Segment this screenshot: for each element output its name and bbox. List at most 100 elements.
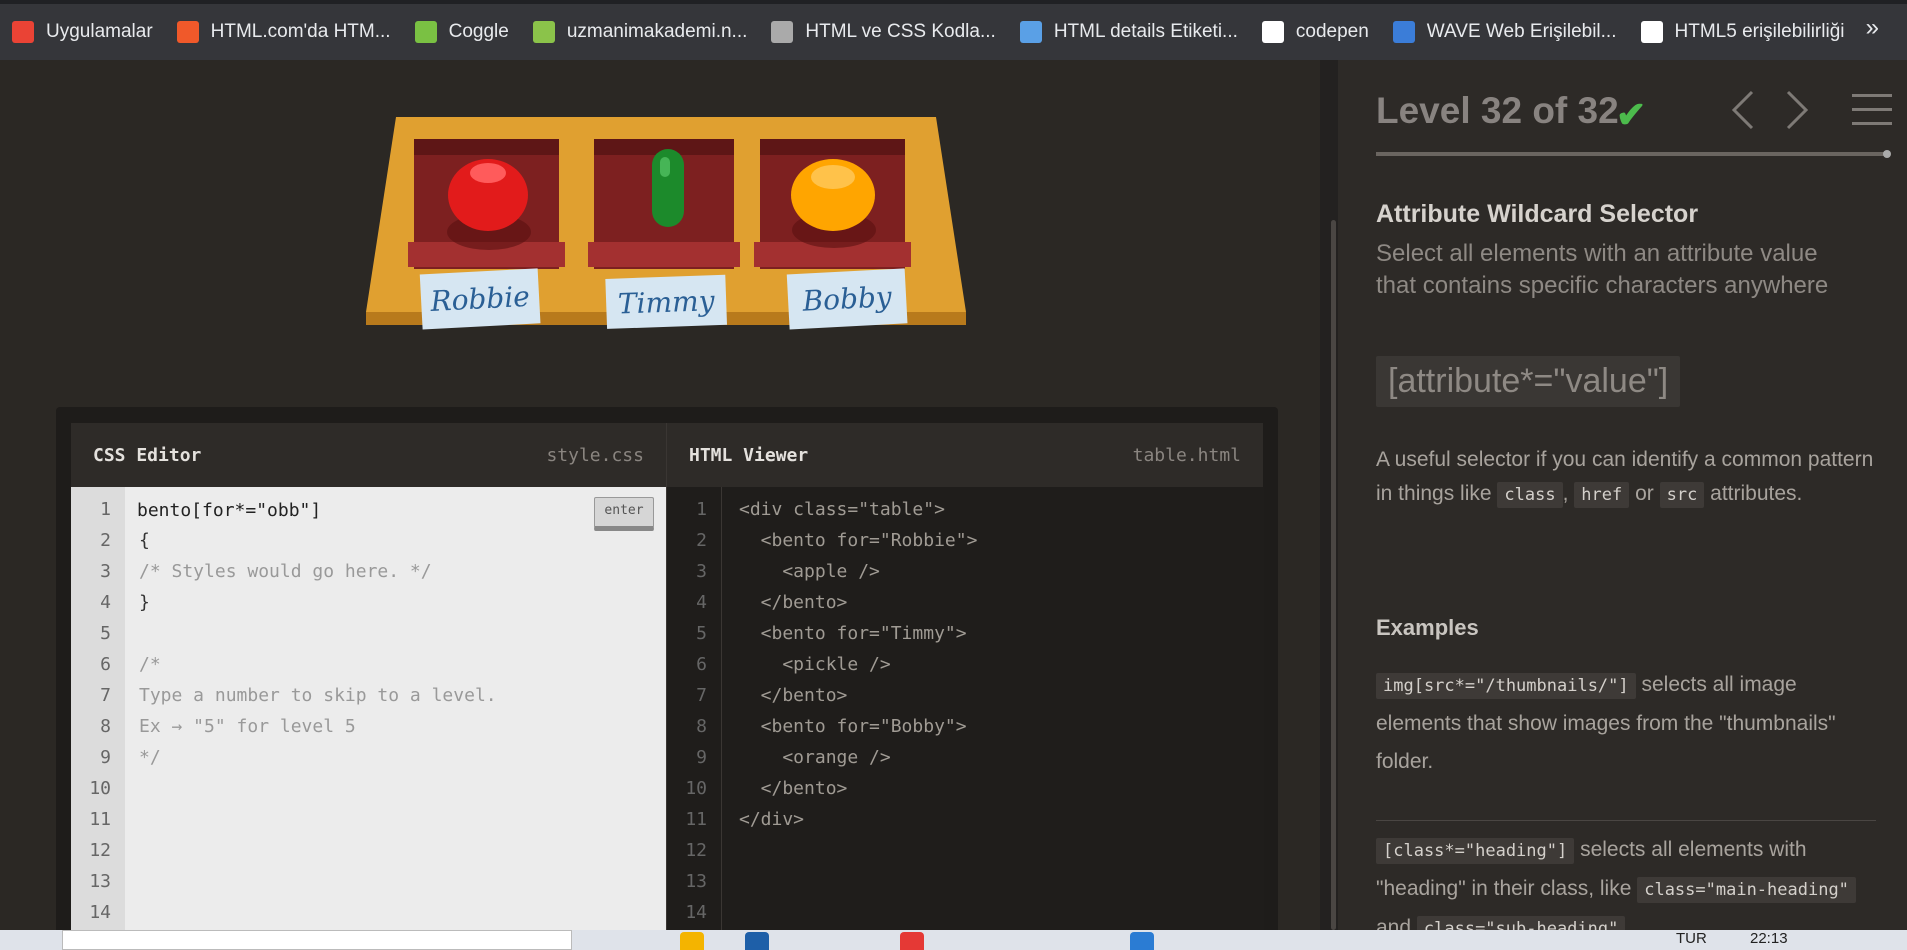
- bookmark-item[interactable]: HTML ve CSS Kodla...: [759, 12, 1007, 52]
- selector-syntax: [attribute*="value"]: [1376, 356, 1681, 407]
- html-line-number: 6: [696, 654, 707, 675]
- hint-code-class: class: [1497, 482, 1563, 508]
- coggle-icon: [414, 21, 437, 43]
- selector-name: Attribute Wildcard Selector: [1376, 200, 1699, 228]
- hint-post: attributes.: [1710, 482, 1803, 505]
- completed-check-icon: ✔: [1616, 94, 1647, 135]
- chrome-icon[interactable]: [900, 932, 924, 950]
- css-line-number: 5: [100, 623, 111, 644]
- taskbar-language[interactable]: TUR: [1676, 930, 1707, 947]
- html-line-number: 3: [696, 561, 707, 582]
- css-line-number: 1: [100, 499, 111, 520]
- bookmarks-more-button[interactable]: »: [1866, 14, 1879, 42]
- apple-item[interactable]: [447, 159, 531, 250]
- bento-table: Robbie Timmy Bobby: [366, 117, 966, 330]
- html-code-line[interactable]: </bento>: [739, 592, 848, 613]
- html-code-line[interactable]: </div>: [739, 809, 804, 830]
- name-tag-robbie: Robbie: [429, 280, 531, 318]
- bookmark-item[interactable]: Coggle: [403, 12, 521, 52]
- html-code-line[interactable]: <div class="table">: [739, 499, 945, 520]
- pickle-item[interactable]: [652, 149, 684, 227]
- examples-heading: Examples: [1376, 615, 1479, 640]
- html-code-line[interactable]: <orange />: [739, 747, 890, 768]
- css-code-line: /* Styles would go here. */: [139, 561, 432, 582]
- css-line-number: 8: [100, 716, 111, 737]
- file-explorer-icon[interactable]: [680, 932, 704, 950]
- html-line-number: 4: [696, 592, 707, 613]
- orange-item[interactable]: [791, 159, 876, 248]
- html-line-number: 10: [685, 778, 707, 799]
- html-line-number: 9: [696, 747, 707, 768]
- os-taskbar: TUR 22:13: [0, 930, 1907, 950]
- css-line-number: 13: [89, 871, 111, 892]
- hint-or: or: [1635, 482, 1654, 505]
- previous-level-button[interactable]: [1728, 88, 1758, 132]
- level-indicator: Level 32 of 32: [1376, 90, 1619, 131]
- bookmark-item[interactable]: codepen: [1250, 12, 1381, 52]
- css-code-line: {: [139, 530, 150, 551]
- example-2-code-2: class="main-heading": [1637, 877, 1856, 903]
- bookmark-item[interactable]: Uygulamalar: [0, 12, 165, 52]
- selector-description: Select all elements with an attribute va…: [1376, 240, 1829, 299]
- enter-button[interactable]: enter: [594, 497, 654, 531]
- taskbar-clock[interactable]: 22:13: [1750, 930, 1788, 947]
- vscode-icon[interactable]: [1130, 932, 1154, 950]
- leaf-icon: [532, 21, 555, 43]
- html-viewer-header: HTML Viewer table.html: [666, 423, 1263, 487]
- html-line-number: 14: [685, 902, 707, 923]
- html-line-number: 7: [696, 685, 707, 706]
- level-sidebar: Level 32 of 32 ✔ Attribute Wildcard Sele…: [1338, 60, 1907, 942]
- html-code-line[interactable]: </bento>: [739, 685, 848, 706]
- example-1-code: img[src*="/thumbnails/"]: [1376, 673, 1636, 699]
- bookmark-item[interactable]: HTML5 erişilebilirliği: [1629, 12, 1857, 52]
- next-level-button[interactable]: [1782, 88, 1812, 132]
- bookmarks-bar: Uygulamalar HTML.com'da HTM... Coggle uzman…: [0, 0, 1907, 60]
- html-code-line[interactable]: </bento>: [739, 778, 848, 799]
- html-code-line[interactable]: <apple />: [739, 561, 880, 582]
- name-tag-timmy: Timmy: [617, 284, 716, 320]
- example-2-code: [class*="heading"]: [1376, 838, 1575, 864]
- taskbar-search-box[interactable]: [62, 930, 572, 950]
- globe-icon: [1640, 21, 1663, 43]
- name-tag-bobby: Bobby: [801, 280, 894, 318]
- css-selector-input[interactable]: [137, 497, 517, 523]
- selector-hint: A useful selector if you can identify a …: [1376, 443, 1876, 512]
- css-line-number: 12: [89, 840, 111, 861]
- css-code-line: }: [139, 592, 150, 613]
- html-code-line[interactable]: <bento for="Robbie">: [739, 530, 978, 551]
- code-brackets-icon: [771, 21, 794, 43]
- css-line-number: 14: [89, 902, 111, 923]
- css-line-number: 2: [100, 530, 111, 551]
- html-line-number: 2: [696, 530, 707, 551]
- bookmark-item[interactable]: WAVE Web Erişilebil...: [1381, 12, 1629, 52]
- page-scrollbar-thumb[interactable]: [1331, 220, 1336, 930]
- level-progress-dot: [1883, 150, 1891, 158]
- css-line-number: 11: [89, 809, 111, 830]
- bookmark-label: Uygulamalar: [46, 21, 153, 42]
- html-viewer-filename: table.html: [1132, 444, 1241, 466]
- level-menu-icon[interactable]: [1852, 94, 1892, 136]
- css-line-number: 10: [89, 778, 111, 799]
- bookmark-item[interactable]: uzmanimakademi.n...: [521, 12, 760, 52]
- store-icon[interactable]: [745, 932, 769, 950]
- css-line-number: 9: [100, 747, 111, 768]
- css-editor-title: CSS Editor: [93, 444, 202, 466]
- bookmark-item[interactable]: HTML details Etiketi...: [1008, 12, 1250, 52]
- html-line-number: 11: [685, 809, 707, 830]
- codepen-icon: [1261, 21, 1284, 43]
- drop-icon: [1019, 21, 1042, 43]
- css-code-line: */: [139, 747, 161, 768]
- bookmark-label: Coggle: [448, 21, 509, 42]
- html-code-line[interactable]: <pickle />: [739, 654, 890, 675]
- editor-panel: CSS Editor style.css HTML Viewer table.h…: [56, 407, 1278, 947]
- html-line-number: 8: [696, 716, 707, 737]
- html-line-number: 1: [696, 499, 707, 520]
- hint-code-src: src: [1659, 482, 1705, 508]
- html-line-number: 12: [685, 840, 707, 861]
- css-code-line: /*: [139, 654, 161, 675]
- html-code-line[interactable]: <bento for="Bobby">: [739, 716, 967, 737]
- html-code-line[interactable]: <bento for="Timmy">: [739, 623, 967, 644]
- bookmark-label: WAVE Web Erişilebil...: [1426, 21, 1617, 42]
- bookmark-item[interactable]: HTML.com'da HTM...: [165, 12, 403, 52]
- example-2: [class*="heading"] selects all elements …: [1376, 820, 1876, 948]
